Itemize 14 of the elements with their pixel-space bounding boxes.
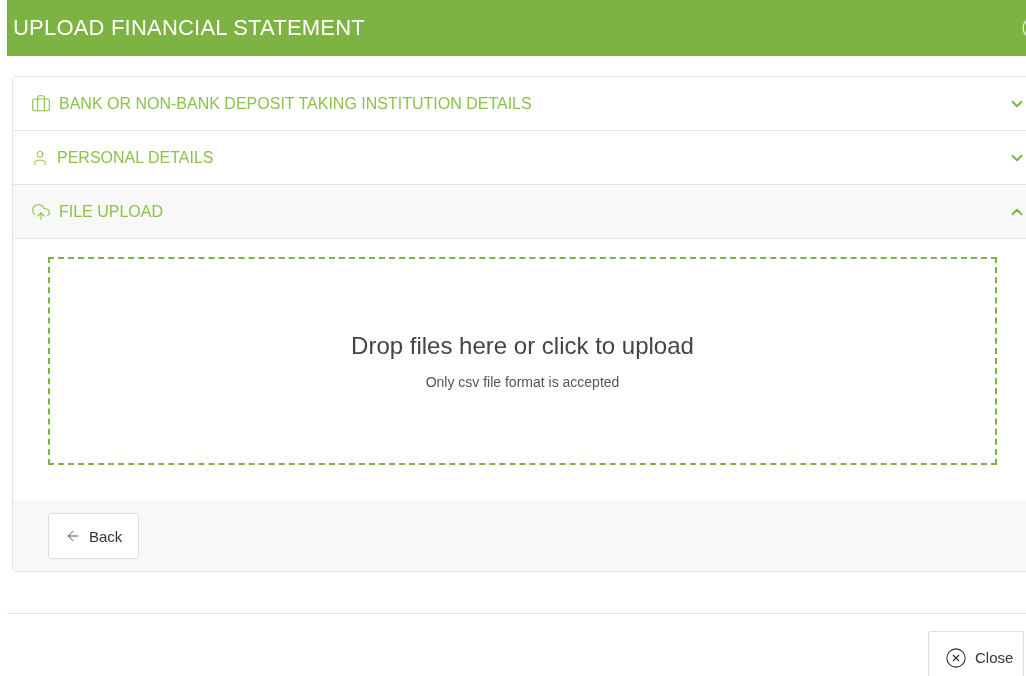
section-title: FILE UPLOAD — [59, 202, 165, 221]
dropzone-hint: Only csv file format is accepted — [425, 374, 620, 390]
section-title: BANK OR NON-BANK DEPOSIT TAKING INSTITUTION DETAILS — [59, 94, 533, 113]
briefcase-icon — [31, 93, 51, 114]
close-button[interactable]: Close — [928, 631, 1025, 676]
close-icon — [945, 646, 967, 669]
arrow-left-icon — [65, 528, 81, 544]
cloud-upload-icon — [31, 201, 51, 222]
file-dropzone[interactable]: Drop files here or click to upload Only csv file format is accepted — [48, 257, 997, 465]
dropzone-title: Drop files here or click to upload — [351, 332, 694, 360]
person-icon — [31, 148, 49, 167]
back-button[interactable]: Back — [48, 513, 140, 559]
modal-title: UPLOAD FINANCIAL STATEMENT — [13, 15, 365, 41]
section-title: PERSONAL DETAILS — [57, 148, 215, 167]
